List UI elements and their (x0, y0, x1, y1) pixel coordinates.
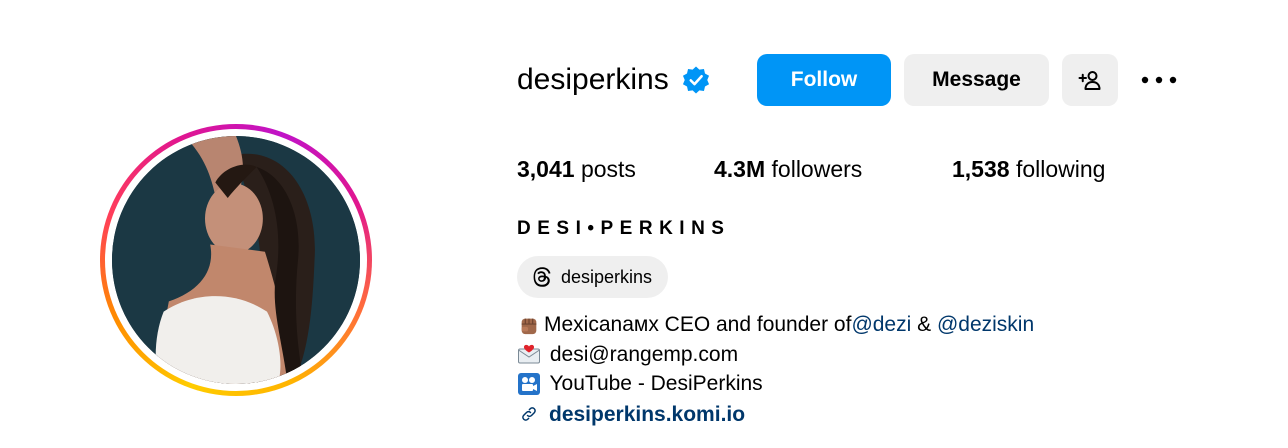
message-button[interactable]: Message (904, 54, 1049, 106)
following-stat[interactable]: 1,538 following (952, 156, 1105, 183)
followers-count: 4.3M (714, 155, 766, 182)
following-label: following (1009, 155, 1106, 182)
movie-camera-emoji (517, 372, 541, 396)
raised-fist-emoji (517, 313, 541, 337)
bio-line-2: desi@rangemp.com (517, 340, 1217, 370)
follow-button[interactable]: Follow (757, 54, 891, 106)
bio-link-row[interactable]: desiperkins.komi.io (517, 400, 1217, 430)
profile-avatar-story-ring[interactable] (100, 124, 372, 396)
link-icon (517, 402, 541, 426)
profile-stats: 3,041 posts 4.3M followers 1,538 followi… (517, 152, 1257, 186)
suggested-accounts-button[interactable] (1062, 54, 1118, 106)
bio-youtube: YouTube - DesiPerkins (544, 372, 763, 395)
bio-line-1: Mexicanaмх CEO and founder of @dezi & @d… (517, 310, 1217, 340)
mention-dezi-link[interactable]: @dezi (851, 310, 911, 340)
posts-count: 3,041 (517, 155, 575, 182)
avatar[interactable] (112, 136, 360, 384)
avatar-frame (105, 129, 367, 391)
bio-email: desi@rangemp.com (544, 342, 739, 366)
bio-ampersand: & (911, 313, 937, 336)
bio-text-1: Mexicanaмх CEO and founder of (544, 313, 852, 336)
profile-header: desiperkins Follow Message 3,041 posts 4… (517, 0, 1257, 448)
external-link[interactable]: desiperkins.komi.io (549, 400, 745, 430)
bio: Mexicanaмх CEO and founder of @dezi & @d… (517, 310, 1217, 429)
add-person-icon (1078, 71, 1101, 90)
verified-badge-icon (681, 65, 711, 95)
threads-handle: desiperkins (561, 266, 653, 287)
username-row: desiperkins Follow Message (517, 54, 1257, 106)
followers-label: followers (765, 155, 863, 182)
bio-line-3: YouTube - DesiPerkins (517, 369, 1217, 399)
full-name: DESI•PERKINS (517, 218, 731, 239)
threads-badge[interactable]: desiperkins (517, 256, 669, 298)
threads-icon (533, 267, 551, 287)
more-options-icon[interactable] (1139, 54, 1179, 106)
mention-deziskin-link[interactable]: @deziskin (937, 310, 1034, 340)
avatar-photo (112, 136, 360, 384)
followers-stat[interactable]: 4.3M followers (714, 156, 862, 183)
username: desiperkins (517, 63, 669, 96)
posts-stat: 3,041 posts (517, 156, 636, 183)
following-count: 1,538 (952, 155, 1010, 182)
posts-label: posts (574, 155, 636, 182)
envelope-heart-emoji (517, 342, 541, 366)
